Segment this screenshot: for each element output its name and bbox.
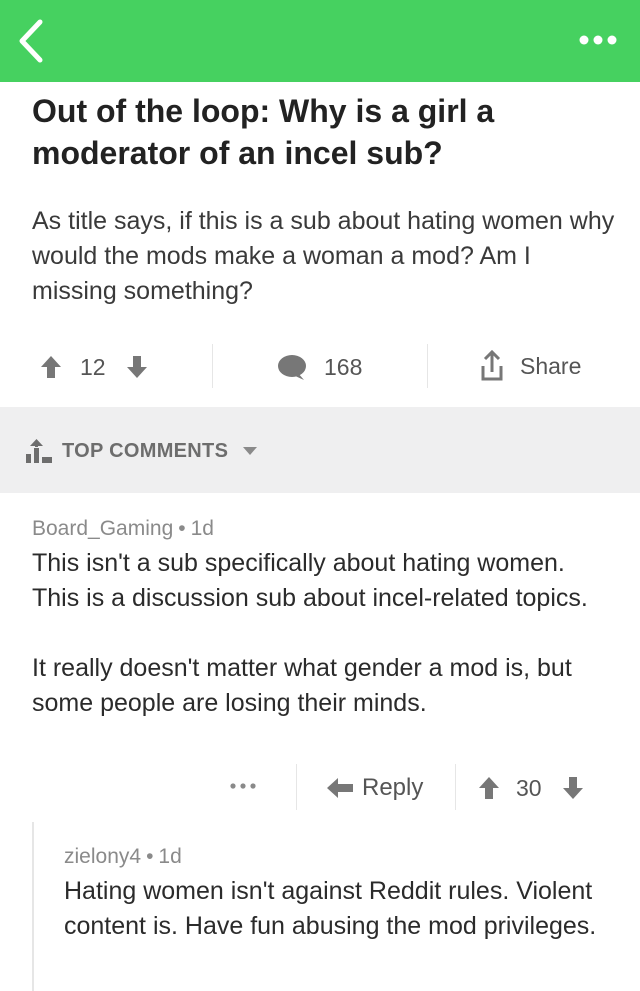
post-body: As title says, if this is a sub about ha… — [32, 207, 615, 305]
comment-upvote-button[interactable] — [478, 775, 500, 801]
comment-sort-band: TOP COMMENTS — [0, 407, 640, 493]
comment-age: 1d — [190, 517, 214, 540]
meta-separator: • — [146, 845, 154, 868]
post-action-bar: 12 168 Share — [0, 340, 640, 394]
comment: Board_Gaming • 1d This isn't a sub specifi… — [32, 514, 612, 721]
post-vote-group: 12 — [40, 352, 148, 382]
comments-button[interactable]: 168 — [276, 352, 362, 382]
dropdown-caret-icon — [243, 447, 258, 455]
reply-comment: zielony4 • 1d Hating women isn't against R… — [64, 842, 624, 944]
divider — [296, 764, 297, 810]
more-dots-icon — [579, 35, 617, 45]
more-options-button[interactable] — [578, 28, 618, 52]
divider — [455, 764, 456, 810]
more-dots-icon — [230, 783, 256, 789]
comment-action-bar: Reply 30 — [0, 762, 640, 814]
sort-label: TOP COMMENTS — [62, 439, 229, 462]
downvote-arrow-icon — [126, 356, 147, 378]
downvote-button[interactable] — [126, 354, 148, 380]
upvote-arrow-icon — [41, 356, 61, 378]
meta-separator: • — [178, 517, 186, 540]
back-button[interactable] — [10, 14, 54, 68]
chevron-left-icon — [19, 19, 43, 63]
comment-bubble-icon — [278, 355, 306, 380]
upvote-button[interactable] — [40, 354, 62, 380]
post-title: Out of the loop: Why is a girl a moderat… — [32, 93, 495, 171]
comment-paragraph: It really doesn't matter what gender a m… — [32, 654, 572, 717]
comment-author[interactable]: zielony4 — [64, 845, 141, 868]
upvote-arrow-icon — [479, 777, 499, 799]
share-button[interactable]: Share — [480, 348, 581, 384]
comment-vote-group: 30 — [478, 772, 584, 804]
comment-meta: Board_Gaming • 1d — [32, 514, 612, 544]
comment-count: 168 — [324, 353, 363, 380]
comment-paragraph: This isn't a sub specifically about hati… — [32, 549, 588, 612]
comment-meta: zielony4 • 1d — [64, 842, 624, 872]
comment-author[interactable]: Board_Gaming — [32, 517, 173, 540]
reply-arrow-icon — [327, 778, 353, 798]
reply-button[interactable]: Reply — [326, 772, 423, 804]
downvote-arrow-icon — [562, 777, 583, 799]
divider — [427, 344, 428, 388]
sort-bars-icon — [26, 439, 52, 463]
comment-more-button[interactable] — [226, 774, 260, 798]
share-label: Share — [520, 352, 582, 379]
share-icon — [481, 350, 503, 381]
top-bar — [0, 0, 640, 82]
reply-thread-line — [32, 822, 34, 991]
divider — [212, 344, 213, 388]
comment-downvote-button[interactable] — [562, 775, 584, 801]
comment-paragraph: Hating women isn't against Reddit rules.… — [64, 877, 597, 940]
comment-age: 1d — [158, 845, 182, 868]
comment-score: 30 — [516, 774, 542, 801]
comment-sort-selector[interactable]: TOP COMMENTS — [24, 437, 258, 465]
reply-label: Reply — [362, 774, 424, 801]
post-score: 12 — [80, 353, 106, 380]
